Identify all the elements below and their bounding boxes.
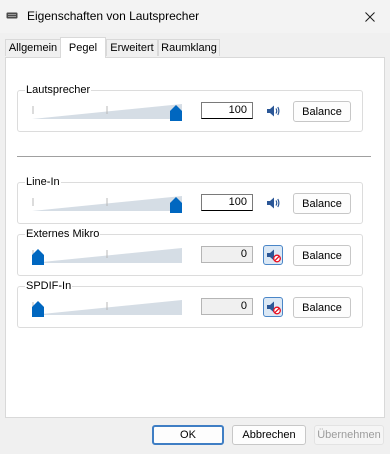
tab-erweitert[interactable]: Erweitert — [106, 39, 158, 56]
group-label: Lautsprecher — [25, 84, 92, 96]
balance-button[interactable]: Balance — [293, 245, 351, 266]
group-externes-mikro: Externes Mikro 0 Balance — [17, 228, 363, 276]
volume-slider[interactable] — [32, 102, 182, 122]
separator — [17, 156, 371, 157]
speaker-muted-icon — [267, 249, 281, 263]
group-line-in: Line-In 100 Balance — [17, 176, 363, 224]
close-button[interactable] — [350, 0, 390, 33]
balance-button[interactable]: Balance — [293, 193, 351, 214]
tab-raumklang[interactable]: Raumklang — [158, 39, 220, 56]
slider-graphic — [32, 104, 182, 121]
speaker-device-icon — [6, 11, 18, 20]
balance-button[interactable]: Balance — [293, 101, 351, 122]
volume-value-field[interactable]: 0 — [201, 246, 253, 263]
tab-label: Allgemein — [8, 42, 58, 54]
apply-button[interactable]: Übernehmen — [314, 425, 384, 445]
ok-button[interactable]: OK — [152, 425, 224, 445]
slider-graphic — [32, 248, 182, 265]
tab-label: Pegel — [68, 42, 98, 54]
group-label: SPDIF-In — [25, 280, 73, 292]
tab-allgemein[interactable]: Allgemein — [5, 39, 61, 56]
slider-thumb — [32, 301, 44, 317]
tab-pegel[interactable]: Pegel — [60, 37, 106, 58]
group-lautsprecher: Lautsprecher 100 Balance — [17, 84, 363, 132]
group-label: Externes Mikro — [25, 228, 101, 240]
volume-value-field[interactable]: 0 — [201, 298, 253, 315]
volume-value-field[interactable]: 100 — [201, 194, 253, 211]
speaker-icon — [267, 197, 280, 209]
title-bar: Eigenschaften von Lautsprecher — [0, 0, 390, 33]
tab-label: Erweitert — [110, 42, 154, 54]
slider-thumb — [32, 249, 44, 265]
slider-graphic — [32, 300, 182, 317]
speaker-muted-icon — [267, 301, 281, 315]
group-spdif-in: SPDIF-In 0 Balance — [17, 280, 363, 328]
volume-slider[interactable] — [32, 246, 182, 266]
volume-value-field[interactable]: 100 — [201, 102, 253, 119]
balance-button[interactable]: Balance — [293, 297, 351, 318]
tab-panel-pegel: Lautsprecher 100 Balance Line-In 100 Bal… — [5, 57, 385, 418]
volume-slider[interactable] — [32, 194, 182, 214]
cancel-button[interactable]: Abbrechen — [232, 425, 306, 445]
close-icon — [365, 11, 375, 22]
tab-label: Raumklang — [161, 42, 217, 54]
slider-graphic — [32, 196, 182, 213]
group-label: Line-In — [25, 176, 61, 188]
mute-button[interactable] — [263, 101, 283, 121]
mute-button[interactable] — [263, 245, 283, 265]
speaker-icon — [267, 105, 280, 117]
volume-slider[interactable] — [32, 298, 182, 318]
mute-button[interactable] — [263, 193, 283, 213]
mute-button[interactable] — [263, 297, 283, 317]
window-title: Eigenschaften von Lautsprecher — [27, 9, 200, 23]
